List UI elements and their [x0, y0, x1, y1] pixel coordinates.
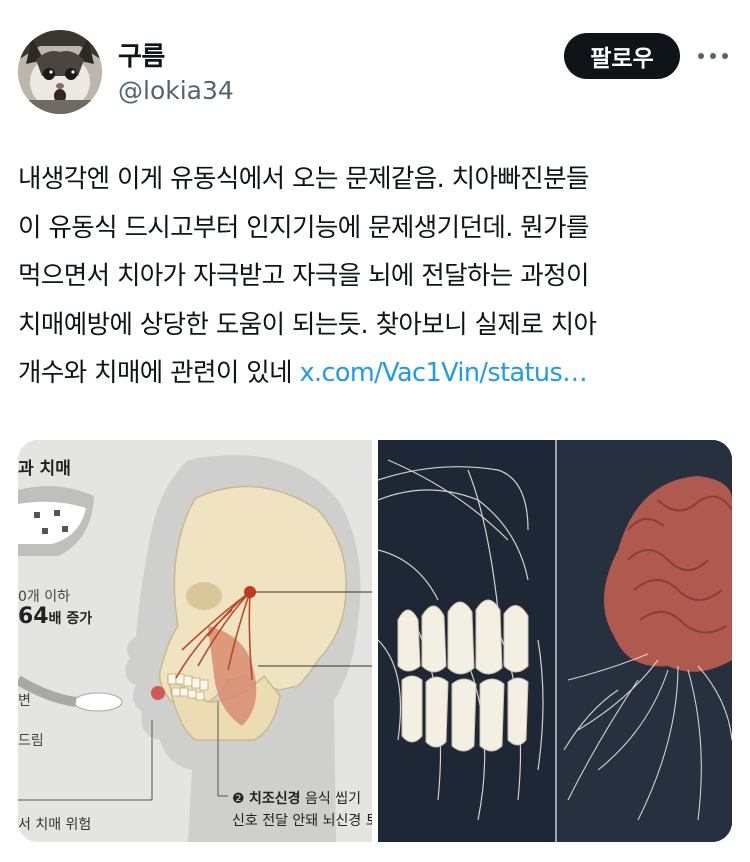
tweet-line: 먹으면서 치아가 자극받고 자극을 뇌에 전달하는 과정이: [18, 261, 589, 291]
teeth-nerves-brain-illustration: [378, 440, 732, 842]
risk-ratio-label: 64배 증가: [18, 604, 92, 629]
tweet-text: 내생각엔 이게 유동식에서 오는 문제같음. 치아빠진분들 이 유동식 드시고부…: [18, 155, 734, 398]
tweet-line: 이 유동식 드시고부터 인지기능에 문제생기던데. 뭔가를: [18, 212, 589, 243]
nerve-desc-2-end: 토: [366, 813, 372, 829]
more-options-icon[interactable]: [694, 40, 734, 70]
nerve-desc-2: 신호 전달 안돼 뇌신경: [232, 813, 366, 829]
cat-photo-icon: [18, 30, 102, 114]
user-handle[interactable]: @lokia34: [118, 76, 234, 105]
tweet-link[interactable]: x.com/Vac1Vin/status…: [299, 358, 587, 388]
tweet-line-last: 개수와 치매에 관련이 있네 x.com/Vac1Vin/status…: [18, 349, 734, 398]
tweet-line: 내생각엔 이게 유동식에서 오는 문제같음. 치아빠진분들: [18, 164, 589, 194]
avatar[interactable]: [18, 30, 102, 114]
nerve-caption-2: 신호 전달 안돼 뇌신경 토: [232, 810, 372, 830]
skull-infographic-illustration: [18, 440, 372, 842]
nerve-caption-1: ❷ 치조신경 음식 씹기: [232, 788, 361, 808]
tweet-line: 치매예방에 상당한 도움이 되는듯. 찾아보니 실제로 치아: [18, 309, 597, 340]
media-image-teeth-nerves-brain[interactable]: [378, 440, 732, 842]
nerve-desc-1: 음식 씹기: [305, 791, 361, 807]
infographic-title: 과 치매: [18, 459, 71, 479]
follow-button[interactable]: 팔로우: [564, 33, 680, 79]
risk-ratio-suffix: 배 증가: [48, 611, 93, 627]
nerve-number: ❷: [232, 791, 245, 807]
tweet-line: 개수와 치매에 관련이 있네: [18, 358, 300, 388]
media-image-skull-infographic[interactable]: 과 치매 0개 이하 64배 증가 변 드림 서 치매 위험 ❷ 치조신경 음식…: [18, 440, 372, 842]
bottom-left-caption: 서 치매 위험: [18, 817, 92, 833]
nerve-title: 치조신경: [249, 791, 301, 807]
display-name[interactable]: 구름: [118, 36, 165, 73]
side-label-1: 변: [18, 693, 31, 709]
risk-ratio-value: 64: [18, 604, 49, 629]
side-label-2: 드림: [18, 733, 44, 749]
teeth-count-label: 0개 이하: [18, 589, 70, 605]
